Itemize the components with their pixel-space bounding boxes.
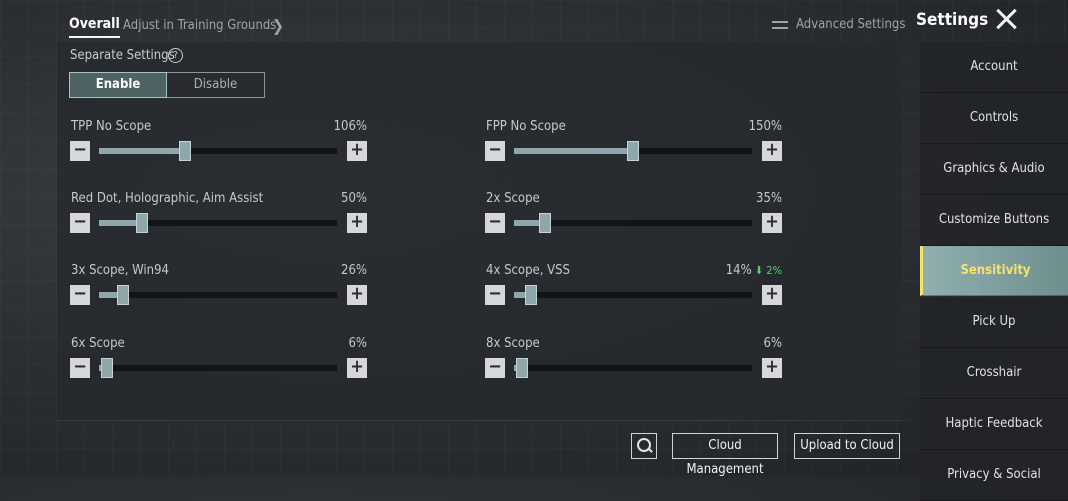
sidebar-item-controls[interactable]: Controls — [920, 93, 1068, 144]
sensitivity-label: 3x Scope, Win94 — [71, 263, 169, 278]
sensitivity-item: Red Dot, Holographic, Aim Assist 50% − + — [70, 191, 367, 241]
settings-sidebar: Account Controls Graphics & Audio Customize… — [920, 42, 1068, 501]
sidebar-item-graphics-audio[interactable]: Graphics & Audio — [920, 144, 1068, 195]
increase-button[interactable]: + — [347, 141, 367, 161]
sensitivity-percent: 6% — [763, 336, 782, 351]
sensitivity-slider[interactable] — [514, 141, 752, 161]
sensitivity-value: 6% — [763, 336, 782, 351]
separate-settings-toggle: Enable Disable — [69, 72, 265, 98]
sensitivity-value: 6% — [348, 336, 367, 351]
sensitivity-label: TPP No Scope — [71, 119, 152, 134]
increase-button[interactable]: + — [762, 358, 782, 378]
sensitivity-slider[interactable] — [514, 285, 752, 305]
enable-button[interactable]: Enable — [69, 72, 167, 98]
advanced-settings-button[interactable]: Advanced Settings — [772, 17, 905, 32]
sensitivity-label: 6x Scope — [71, 336, 125, 351]
sensitivity-percent: 35% — [756, 191, 782, 206]
sensitivity-slider[interactable] — [99, 285, 337, 305]
increase-button[interactable]: + — [347, 213, 367, 233]
sensitivity-percent: 14% — [725, 263, 752, 278]
sensitivity-change: 2% — [766, 264, 782, 277]
sensitivity-value: 35% — [756, 191, 782, 206]
decrease-button[interactable]: − — [70, 358, 90, 378]
sensitivity-slider[interactable] — [99, 213, 337, 233]
chevron-right-icon[interactable]: ❯ — [272, 16, 284, 35]
sensitivity-percent: 106% — [333, 119, 367, 134]
sensitivity-item: 4x Scope, VSS 14% ⬇ 2% − + — [485, 263, 782, 313]
search-icon-handle — [647, 447, 653, 453]
cloud-management-button[interactable]: Cloud Management — [672, 433, 778, 477]
panel-divider — [57, 420, 901, 421]
sidebar-item-privacy-social[interactable]: Privacy & Social — [920, 450, 1068, 501]
top-tab-bar: Overall Adjust in Training Grounds ❯ Adv… — [0, 0, 910, 48]
sidebar-item-pick-up[interactable]: Pick Up — [920, 297, 1068, 348]
sliders-icon — [772, 18, 788, 32]
sidebar-item-crosshair[interactable]: Crosshair — [920, 348, 1068, 399]
decrease-button[interactable]: − — [70, 141, 90, 161]
sensitivity-item: FPP No Scope 150% − + — [485, 119, 782, 169]
slider-handle[interactable] — [101, 358, 114, 378]
sensitivity-percent: 6% — [348, 336, 367, 351]
upload-to-cloud-button[interactable]: Upload to Cloud — [794, 433, 900, 459]
sensitivity-slider[interactable] — [99, 141, 337, 161]
increase-button[interactable]: + — [347, 358, 367, 378]
increase-button[interactable]: + — [762, 141, 782, 161]
slider-handle[interactable] — [627, 141, 639, 161]
sidebar-item-account[interactable]: Account — [920, 42, 1068, 93]
slider-fill — [514, 148, 633, 154]
slider-handle[interactable] — [516, 358, 529, 378]
slider-handle[interactable] — [116, 285, 129, 305]
sensitivity-percent: 150% — [748, 119, 782, 134]
decrease-button[interactable]: − — [485, 141, 505, 161]
sensitivity-value: 14% ⬇ 2% — [726, 263, 782, 278]
advanced-settings-label: Advanced Settings — [796, 17, 906, 32]
decrease-button[interactable]: − — [485, 213, 505, 233]
increase-button[interactable]: + — [347, 285, 367, 305]
sensitivity-slider[interactable] — [99, 358, 337, 378]
arrow-down-icon: ⬇ — [751, 264, 767, 277]
sensitivity-item: 3x Scope, Win94 26% − + — [70, 263, 367, 313]
sensitivity-item: 8x Scope 6% − + — [485, 336, 782, 386]
close-icon[interactable] — [994, 6, 1020, 32]
sensitivity-item: 6x Scope 6% − + — [70, 336, 367, 386]
sensitivity-label: 8x Scope — [486, 336, 540, 351]
sensitivity-item: 2x Scope 35% − + — [485, 191, 782, 241]
decrease-button[interactable]: − — [70, 213, 90, 233]
sensitivity-value: 50% — [341, 191, 367, 206]
sensitivity-label: FPP No Scope — [486, 119, 566, 134]
slider-fill — [99, 148, 185, 154]
sensitivity-value: 150% — [749, 119, 782, 134]
search-button[interactable] — [631, 433, 657, 459]
tab-overall[interactable]: Overall — [69, 16, 120, 38]
slider-handle[interactable] — [135, 213, 148, 233]
sidebar-item-customize-buttons[interactable]: Customize Buttons — [920, 195, 1068, 246]
sensitivity-item: TPP No Scope 106% − + — [70, 119, 367, 169]
sensitivity-percent: 26% — [341, 263, 367, 278]
sensitivity-label: 2x Scope — [486, 191, 540, 206]
decrease-button[interactable]: − — [485, 358, 505, 378]
sensitivity-slider[interactable] — [514, 213, 752, 233]
sensitivity-value: 26% — [341, 263, 367, 278]
increase-button[interactable]: + — [762, 213, 782, 233]
disable-button[interactable]: Disable — [167, 72, 265, 98]
settings-title: Settings — [916, 10, 989, 30]
sidebar-item-haptic-feedback[interactable]: Haptic Feedback — [920, 399, 1068, 450]
tab-adjust-training-grounds[interactable]: Adjust in Training Grounds — [123, 18, 276, 33]
decrease-button[interactable]: − — [70, 285, 90, 305]
question-circle-icon[interactable]: ? — [168, 48, 183, 63]
sensitivity-slider[interactable] — [514, 358, 752, 378]
sidebar-item-sensitivity[interactable]: Sensitivity — [920, 246, 1068, 296]
sensitivity-percent: 50% — [341, 191, 367, 206]
sensitivity-value: 106% — [334, 119, 367, 134]
slider-handle[interactable] — [538, 213, 551, 233]
sensitivity-label: 4x Scope, VSS — [486, 263, 570, 278]
slider-handle[interactable] — [178, 141, 191, 161]
separate-settings-label: Separate Settings — [70, 48, 175, 63]
decrease-button[interactable]: − — [485, 285, 505, 305]
sensitivity-label: Red Dot, Holographic, Aim Assist — [71, 191, 264, 206]
increase-button[interactable]: + — [762, 285, 782, 305]
slider-handle[interactable] — [524, 285, 537, 305]
